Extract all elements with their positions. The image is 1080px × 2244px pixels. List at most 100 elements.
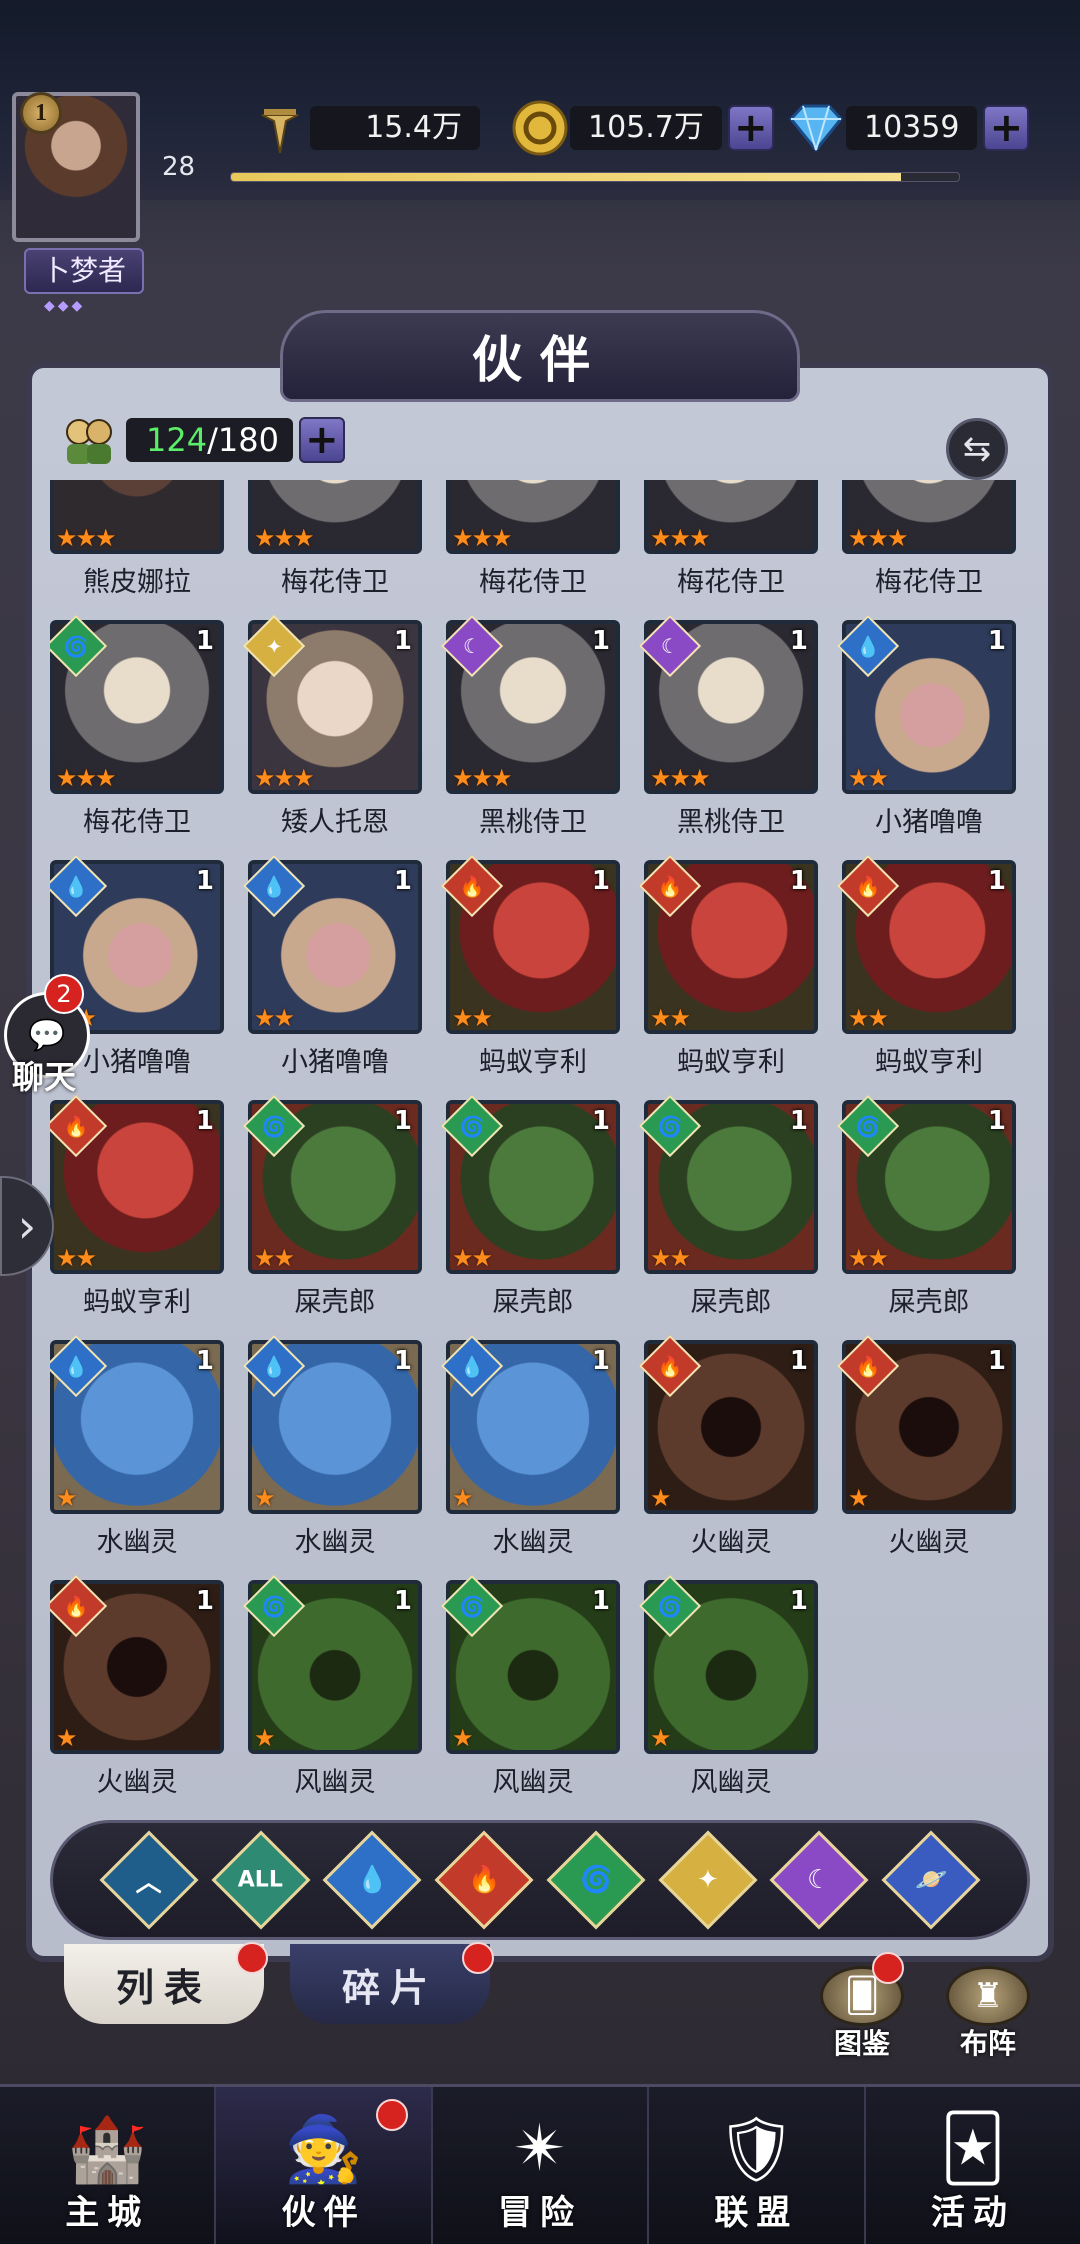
hero-card[interactable]: 🔥 1 ★ 火幽灵 xyxy=(50,1574,224,1798)
hero-card[interactable]: 🌀 1 ★★ 屎壳郎 xyxy=(836,1094,1016,1318)
hero-card[interactable]: 💧1★★小猪噜噜 xyxy=(836,614,1016,838)
filter-all[interactable]: ALL xyxy=(211,1830,311,1930)
expand-roster-button[interactable]: + xyxy=(298,417,345,463)
castle-icon: 🏰 xyxy=(67,2112,148,2187)
hero-card[interactable]: ★★★ 梅花侍卫 xyxy=(446,480,620,598)
swap-arrows-icon: ⇆ xyxy=(962,429,992,469)
hero-level: 1 xyxy=(987,1106,1006,1136)
filter-dark[interactable]: ☾ xyxy=(769,1830,869,1930)
nav-label: 冒险 xyxy=(498,2193,583,2233)
nav-item-0[interactable]: 🏰 主城 xyxy=(0,2087,217,2244)
hero-card[interactable]: 🌀 1 ★★ 屎壳郎 xyxy=(638,1094,818,1318)
hero-card[interactable]: 🔥 1 ★★ 蚂蚁亨利 xyxy=(50,1094,224,1318)
page-title: 伙伴 xyxy=(472,330,608,389)
hero-card[interactable]: 💧1★★小猪噜噜 xyxy=(242,854,422,1078)
filter-all-icon: ALL xyxy=(238,1867,284,1893)
nav-label: 伙伴 xyxy=(281,2193,366,2233)
hero-level: 1 xyxy=(195,1346,214,1376)
hero-stars: ★★★ xyxy=(452,524,513,552)
hero-level: 1 xyxy=(591,1106,610,1136)
partners-icon xyxy=(58,412,120,468)
hero-card[interactable]: 🌀 1 ★ 风幽灵 xyxy=(638,1574,818,1798)
hero-card[interactable]: 🌀 1 ★★ 屎壳郎 xyxy=(440,1094,620,1318)
hero-card[interactable]: 🌀 1 ★★ 屎壳郎 xyxy=(242,1094,422,1318)
hero-stars: ★★★ xyxy=(56,524,117,552)
hero-card[interactable]: ☾ 1 ★★★ 黑桃侍卫 xyxy=(440,614,620,838)
hero-card[interactable]: 🔥 1 ★★ 蚂蚁亨利 xyxy=(638,854,818,1078)
hero-grid-viewport[interactable]: ★★★ 熊皮娜拉 ★★★ 梅花侍卫 ★★★ 梅花侍卫 ★★★ 梅花侍卫 ★★★ 梅花侍卫 🌀 1 ★★★… xyxy=(50,480,1030,1800)
hero-card[interactable]: ☾ 1 ★★★ 黑桃侍卫 xyxy=(638,614,818,838)
hero-name: 黑桃侍卫 xyxy=(479,807,587,838)
filter-planet[interactable]: 🪐 xyxy=(881,1830,981,1930)
hero-stars: ★★★ xyxy=(848,524,909,552)
hero-card[interactable]: ✦ 1 ★★★ 矮人托恩 xyxy=(242,614,422,838)
gold-resource: 105.7万 + xyxy=(510,100,774,156)
hero-card-list: ★★★ 熊皮娜拉 ★★★ 梅花侍卫 ★★★ 梅花侍卫 ★★★ 梅花侍卫 ★★★ 梅花侍卫 🌀 1 ★★★… xyxy=(50,480,1016,1798)
hero-level: 1 xyxy=(591,1586,610,1616)
hero-card[interactable]: ★★★ 梅花侍卫 xyxy=(248,480,422,598)
tab-shards[interactable]: 碎片 xyxy=(290,1944,490,2024)
hero-name: 小猪噜噜 xyxy=(281,1047,389,1078)
hero-card[interactable]: 💧 1 ★ 水幽灵 xyxy=(440,1334,620,1558)
hero-card[interactable]: 🔥 1 ★★ 蚂蚁亨利 xyxy=(440,854,620,1078)
hero-stars: ★ xyxy=(452,1724,473,1752)
nav-item-4[interactable]: 🃏 活动 xyxy=(866,2087,1080,2244)
hero-name: 熊皮娜拉 xyxy=(83,567,191,598)
hero-card[interactable]: 💧 1 ★ 水幽灵 xyxy=(50,1334,224,1558)
hero-name: 水幽灵 xyxy=(492,1527,574,1558)
gold-coin-icon xyxy=(510,98,570,158)
hero-card[interactable]: 🌀 1 ★ 风幽灵 xyxy=(242,1574,422,1798)
add-gold-button[interactable]: + xyxy=(727,105,774,151)
filter-water[interactable]: 💧 xyxy=(322,1830,422,1930)
codex-notify-dot xyxy=(872,1952,904,1984)
hero-name: 火幽灵 xyxy=(96,1767,178,1798)
formation-button[interactable]: ♜ 布阵 xyxy=(940,1966,1036,2062)
hero-card[interactable]: 🌀 1 ★★★ 梅花侍卫 xyxy=(50,614,224,838)
nav-item-3[interactable]: 🛡 联盟 xyxy=(649,2087,866,2244)
hero-name: 屎壳郎 xyxy=(294,1287,376,1318)
hero-name: 小猪噜噜 xyxy=(875,807,983,838)
hero-card[interactable]: ★★★ 熊皮娜拉 xyxy=(50,480,224,598)
nav-label: 联盟 xyxy=(714,2193,799,2233)
filter-fire[interactable]: 🔥 xyxy=(434,1830,534,1930)
player-level: 28 xyxy=(162,152,196,182)
filter-wind-icon: 🌀 xyxy=(579,1865,613,1895)
hero-card[interactable]: ★★★ 梅花侍卫 xyxy=(842,480,1016,598)
hero-level: 1 xyxy=(195,866,214,896)
hero-name: 屎壳郎 xyxy=(690,1287,772,1318)
avatar-level-badge: 1 xyxy=(20,92,62,134)
hero-level: 1 xyxy=(789,866,808,896)
hero-card[interactable]: 🌀 1 ★ 风幽灵 xyxy=(440,1574,620,1798)
roster-count-value: 124/180 xyxy=(126,418,293,462)
hero-level: 1 xyxy=(195,1586,214,1616)
hero-level: 1 xyxy=(789,1586,808,1616)
add-diamond-button[interactable]: + xyxy=(983,105,1030,151)
nav-item-2[interactable]: ✴ 冒险 xyxy=(433,2087,650,2244)
filter-wind[interactable]: 🌀 xyxy=(546,1830,646,1930)
diamond-resource: 10359 + xyxy=(786,100,1030,156)
hero-card[interactable]: ★★★ 梅花侍卫 xyxy=(644,480,818,598)
chat-bubble-icon: 💬 xyxy=(28,1017,66,1053)
bottom-navigation: 🏰 主城 🧙 伙伴 ✴ 冒险 🛡 联盟 🃏 活动 xyxy=(0,2084,1080,2244)
diamond-value: 10359 xyxy=(846,106,978,150)
hero-stars: ★★ xyxy=(452,1004,493,1032)
tab-shards-notify-dot xyxy=(462,1942,494,1974)
tab-list[interactable]: 列表 xyxy=(64,1944,264,2024)
hero-level: 1 xyxy=(393,626,412,656)
filter-up[interactable]: ︿ xyxy=(99,1830,199,1930)
hero-card[interactable]: 💧 1 ★ 水幽灵 xyxy=(242,1334,422,1558)
hero-level: 1 xyxy=(789,626,808,656)
sword-icon xyxy=(250,98,310,158)
hero-card[interactable]: 🔥 1 ★★ 蚂蚁亨利 xyxy=(836,854,1016,1078)
hero-stars: ★★★ xyxy=(56,764,117,792)
sort-toggle-button[interactable]: ⇆ xyxy=(946,418,1008,480)
hero-name: 蚂蚁亨利 xyxy=(875,1047,983,1078)
hero-name: 风幽灵 xyxy=(294,1767,376,1798)
page-title-banner: 伙伴 xyxy=(280,310,800,402)
hero-card[interactable]: 🔥 1 ★ 火幽灵 xyxy=(638,1334,818,1558)
nav-item-1[interactable]: 🧙 伙伴 xyxy=(216,2087,433,2244)
hero-card[interactable]: 🔥 1 ★ 火幽灵 xyxy=(836,1334,1016,1558)
filter-planet-icon: 🪐 xyxy=(914,1865,948,1895)
hero-stars: ★★ xyxy=(650,1244,691,1272)
filter-light[interactable]: ✦ xyxy=(658,1830,758,1930)
